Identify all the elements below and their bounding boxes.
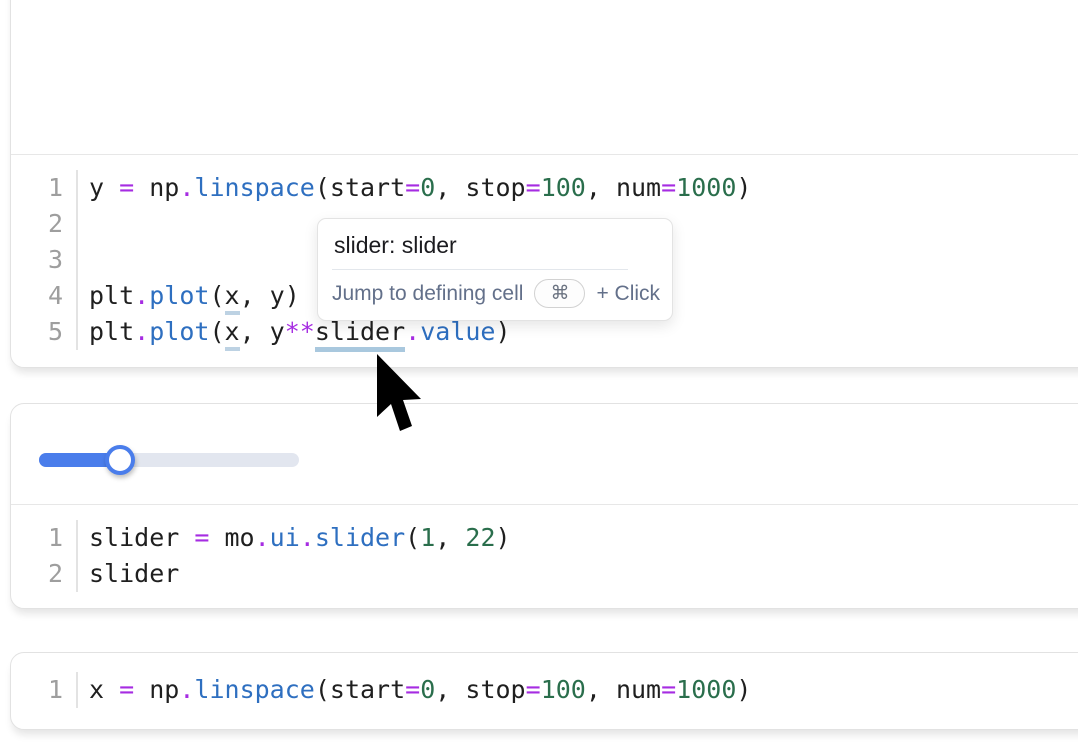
slider-widget[interactable] [39,445,299,475]
tooltip-action-label: Jump to defining cell [332,282,523,306]
slider-thumb[interactable] [105,445,135,475]
line-numbers: 12345 [11,170,78,350]
cell-slider: 12 slider = mo.ui.slider(1, 22)slider [10,403,1078,609]
code-editor[interactable]: 1 x = np.linspace(start=0, stop=100, num… [11,653,1078,728]
notebook-canvas: 0.0 0 20 40 60 12345 y = np.linspace(sta… [0,0,1078,746]
tooltip-click-suffix: + Click [596,282,660,306]
matplotlib-figure: 0.0 0 20 40 60 [22,0,1078,25]
tooltip-title: slider: slider [318,219,672,269]
cell-x: 1 x = np.linspace(start=0, stop=100, num… [10,652,1078,730]
line-numbers: 1 [11,672,78,708]
code-lines: x = np.linspace(start=0, stop=100, num=1… [78,672,751,708]
code-lines: slider = mo.ui.slider(1, 22)slider [78,520,511,592]
slider-output [11,404,1078,505]
tooltip-jump-action[interactable]: Jump to defining cell ⌘ + Click [318,270,672,320]
line-numbers: 12 [11,520,78,592]
command-key-badge: ⌘ [534,279,585,308]
variable-tooltip: slider: slider Jump to defining cell ⌘ +… [317,218,673,321]
slider-track[interactable] [39,453,299,467]
code-editor[interactable]: 12 slider = mo.ui.slider(1, 22)slider [11,505,1078,607]
mouse-cursor-icon [376,354,422,438]
plot-output: 0.0 0 20 40 60 [11,0,1078,155]
